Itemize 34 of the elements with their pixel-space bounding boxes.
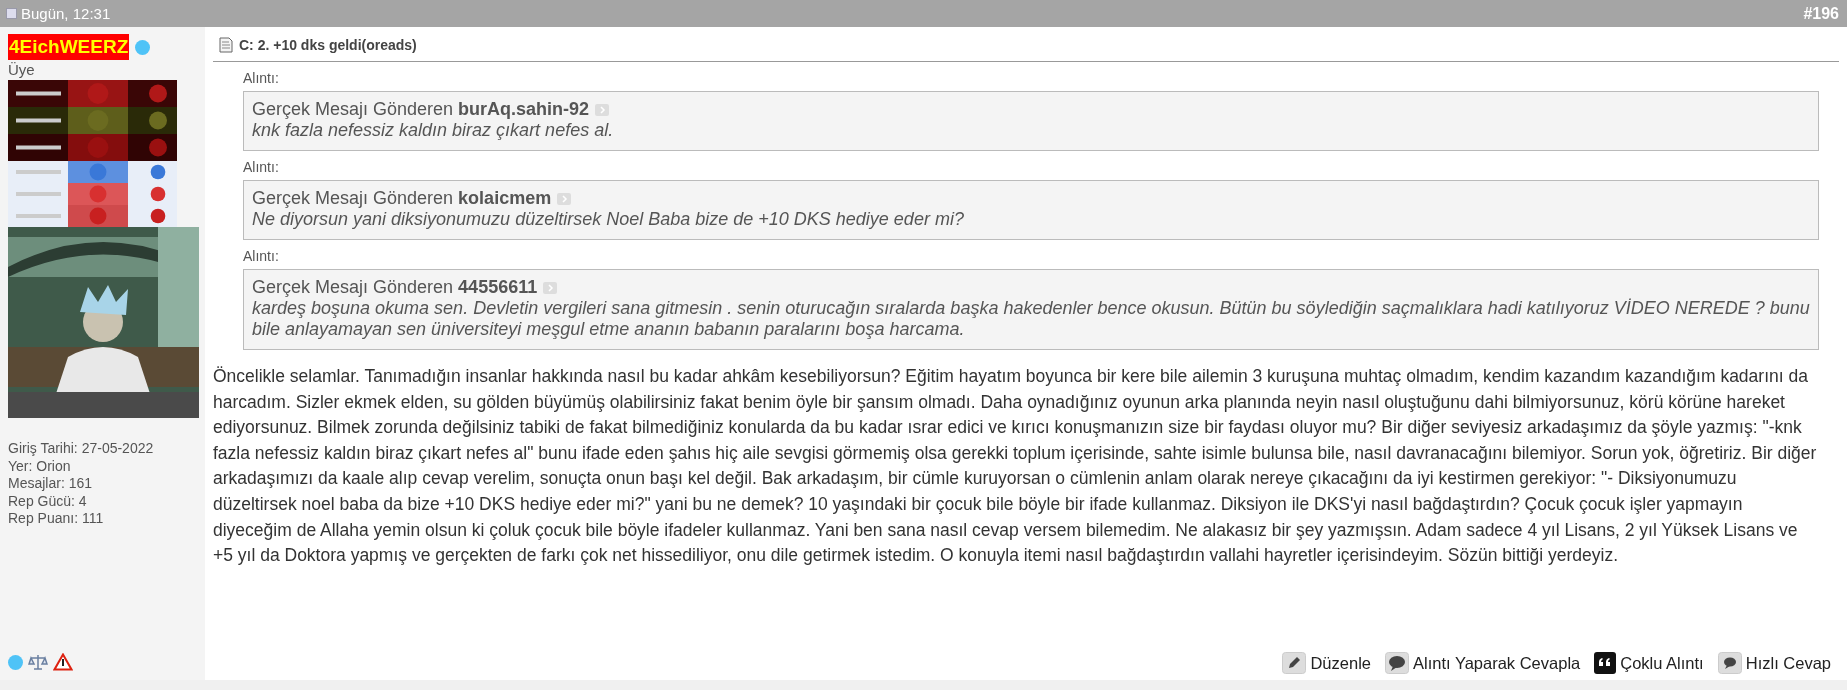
quote-label: Alıntı:: [243, 159, 280, 175]
document-icon: [219, 37, 233, 53]
speech-bubble-icon: [1717, 652, 1742, 674]
scales-icon[interactable]: [28, 653, 48, 671]
action-button[interactable]: Düzenle: [1282, 652, 1371, 674]
action-button[interactable]: Alıntı Yaparak Cevapla: [1385, 652, 1581, 674]
view-post-icon[interactable]: [595, 103, 610, 116]
document-icon: [6, 8, 17, 19]
pencil-icon: [1282, 652, 1307, 674]
quote-text: Ne diyorsun yani diksiyonumuzu düzeltirsek Noel Baba bize de +10 DKS hediye eder mi?: [252, 209, 965, 230]
post-title: C: 2. +10 dks geldi(oreads): [239, 37, 417, 53]
quote-author: Gerçek Mesajı Gönderen burAq.sahin-92: [252, 99, 590, 120]
user-rank: Üye: [8, 61, 36, 78]
user-stat: Mesajlar: 161: [8, 475, 94, 493]
quote-author: Gerçek Mesajı Gönderen 44556611: [252, 277, 538, 298]
quote-text: kardeş boşuna okuma sen. Devletin vergileri sana gitmesin . senin oturucağın sıralarda başka hakedenler bence okusun. Bütün bu söylediğin saçmalıklara hadi katılıyoruz VİDEO NEREDE ? bunu bile anlayamayan sen üniversiteyi meşgul etme ananın babanın paralarını boşa harcama.: [252, 298, 1810, 340]
username[interactable]: 4EichWEERZ: [8, 34, 130, 60]
quote-text: knk fazla nefessiz kaldın biraz çıkart nefes al.: [252, 120, 615, 141]
speech-bubble-icon: [1385, 652, 1409, 674]
quote-label: Alıntı:: [243, 70, 280, 86]
user-stat: Yer: Orion: [8, 457, 72, 475]
user-stat: Rep Gücü: 4: [8, 492, 88, 510]
post-body: Öncelikle selamlar. Tanımadığın insanlar hakkında nasıl bu kadar ahkâm kesebiliyorsun? Eğitim hayatım boyunca bir kere bile ailemin 3 kuruşuna muhtaç olmadım, kendim kazandım kazandığım kadarını da harcadım. Sizler ekmek elden, su gölden büyümüş olabilirsiniz fakat benim öyle bir şansım olmadı. Daha oynadığınız oyunun arka planında neyin nasıl oluştuğunu dahi bilmiyorsunuz, körü körüne hareket ediyorsunuz. Bilmek zorunda değilsiniz tabiki de fakat bilmediğiniz konularda da bu kadar ısrar edici ve kırıcı konuşmanızın size bir faydası oluyor mu? Bir diğer seviyesiz arkadaşımız da şöyle yazmış: "-knk fazla nefessiz kaldın biraz çıkart nefes al" bunu ifade eden şahıs hiç aile sevgisi görmemiş olsa gerekki toplum içerisinde, sahte isimle bulunsa bile, nasıl davranacağını bilemiyor. Sorun yok, öğretiriz. Bir diğer arkadaşımızı da kaale alıp cevap verelim, sonuçta onun başı kel değil. Bak arkadaşım, bir cümle kuruyorsan o cümlenin anlam olarak nereye çıkacağını da iyi kestirmen gerekiyor: "- Diksiyonumuzu düzeltirsek noel baba da bize +10 DKS hediye eder mi?" yani bu ne demek? 10 yaşındaki bir çocuk bile böyle bir ifade kullanmaz. Diksiyon ile DKS'yi nasıl bağdaştırdın? Çocuk çocuk işler yapmayın diyeceğim de Allaha yemin olsun ki çoluk çocuk bile böyle ifadeler kullanmaz. Yani ben sana nasıl cevap versem bilemedim. Ne alakasız bir şey yazmışsın. Adam sadece 4 yıl Lisans, 2 yıl Yüksek Lisans ve +5 yıl da Doktora yapmış ve gerçekten de farkı çok net hissediliyor, onu dile getirmek istedim. O konuyla itemi nasıl bağdaştırdın vallahi hayretler içerisindeyim. Sözün bittiği yerdeyiz.: [213, 365, 1818, 568]
quote-marks-icon: [1594, 652, 1617, 674]
user-stat: Giriş Tarihi: 27-05-2022: [8, 440, 155, 458]
view-post-icon[interactable]: [543, 281, 558, 294]
action-button[interactable]: Hızlı Cevap: [1717, 652, 1831, 674]
post-date: Bugün, 12:31: [21, 5, 111, 22]
user-stat: Rep Puanı: 111: [8, 510, 105, 528]
quote-author: Gerçek Mesajı Gönderen kolaicmem: [252, 188, 552, 209]
view-post-icon[interactable]: [557, 192, 572, 205]
warning-icon[interactable]: [53, 653, 73, 671]
action-button[interactable]: Çoklu Alıntı: [1594, 652, 1704, 674]
quote-label: Alıntı:: [243, 248, 280, 264]
